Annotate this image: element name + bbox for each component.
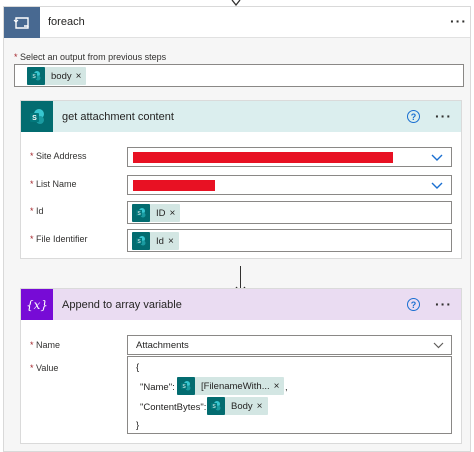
open-brace: {	[136, 362, 140, 373]
chevron-down-icon[interactable]	[431, 154, 443, 162]
select-output-input[interactable]: S body ×	[14, 64, 464, 87]
get-attachment-title: get attachment content	[62, 110, 174, 123]
name-key: "Name":	[140, 382, 175, 393]
filename-token-label: [FilenameWith...	[201, 380, 270, 392]
redacted-site-address	[133, 152, 393, 163]
body-token[interactable]: S body ×	[27, 67, 87, 85]
file-id-token[interactable]: S Id ×	[132, 232, 179, 250]
redacted-list-name	[133, 180, 215, 191]
name-label: * Name	[30, 340, 61, 350]
sharepoint-icon: S	[27, 67, 45, 85]
file-identifier-field[interactable]: S Id ×	[127, 229, 452, 252]
help-icon[interactable]: ?	[407, 110, 420, 123]
body-token-label: body	[51, 70, 72, 82]
name-field[interactable]: Attachments	[127, 335, 452, 355]
append-array-menu-icon[interactable]: ···	[435, 297, 452, 311]
variable-icon: {x}	[21, 289, 53, 320]
body-content-token-label: Body	[231, 400, 253, 412]
sharepoint-icon: S	[207, 397, 225, 415]
get-attachment-menu-icon[interactable]: ···	[435, 109, 452, 123]
name-value: Attachments	[136, 340, 189, 351]
chevron-down-icon[interactable]	[433, 342, 444, 349]
foreach-menu-icon[interactable]: ···	[450, 14, 467, 28]
body-token-remove-icon[interactable]: ×	[76, 71, 87, 82]
value-label: * Value	[30, 363, 59, 373]
get-attachment-card: S get attachment content ? ··· * Site Ad…	[20, 100, 462, 259]
sharepoint-icon: S	[132, 232, 150, 250]
file-id-token-remove-icon[interactable]: ×	[168, 236, 179, 247]
foreach-header[interactable]: foreach ···	[4, 7, 470, 38]
get-attachment-header[interactable]: S get attachment content ? ···	[21, 101, 461, 132]
filename-token-remove-icon[interactable]: ×	[274, 381, 285, 392]
id-label: * Id	[30, 206, 44, 216]
append-array-header[interactable]: {x} Append to array variable ? ···	[21, 289, 461, 320]
foreach-title: foreach	[48, 16, 85, 28]
file-identifier-label: * File Identifier	[30, 234, 88, 244]
list-name-label: * List Name	[30, 179, 77, 189]
help-icon[interactable]: ?	[407, 298, 420, 311]
value-editor[interactable]: { "Name": S [FilenameWith... × , "Conten…	[127, 356, 452, 434]
filename-token[interactable]: S [FilenameWith... ×	[177, 377, 285, 395]
sharepoint-icon: S	[177, 377, 195, 395]
comma: ,	[285, 382, 288, 393]
foreach-container: foreach ··· * Select an output from prev…	[3, 6, 471, 452]
id-token[interactable]: S ID ×	[132, 204, 181, 222]
contentbytes-key: "ContentBytes":	[140, 402, 207, 413]
sharepoint-icon: S	[21, 101, 53, 132]
append-array-title: Append to array variable	[62, 298, 182, 311]
chevron-down-icon[interactable]	[431, 182, 443, 190]
site-address-label: * Site Address	[30, 151, 87, 161]
site-address-field[interactable]	[127, 147, 452, 167]
sharepoint-icon: S	[132, 204, 150, 222]
body-content-token-remove-icon[interactable]: ×	[257, 401, 268, 412]
append-array-card: {x} Append to array variable ? ··· * Nam…	[20, 288, 462, 444]
close-brace: }	[136, 420, 140, 431]
body-content-token[interactable]: S Body ×	[207, 397, 268, 415]
id-field[interactable]: S ID ×	[127, 201, 452, 224]
id-token-label: ID	[156, 207, 166, 219]
list-name-field[interactable]	[127, 175, 452, 195]
file-id-token-label: Id	[156, 235, 164, 247]
id-token-remove-icon[interactable]: ×	[170, 208, 181, 219]
loop-icon	[4, 7, 40, 38]
svg-text:S: S	[32, 115, 37, 122]
select-output-label: * Select an output from previous steps	[14, 52, 167, 62]
